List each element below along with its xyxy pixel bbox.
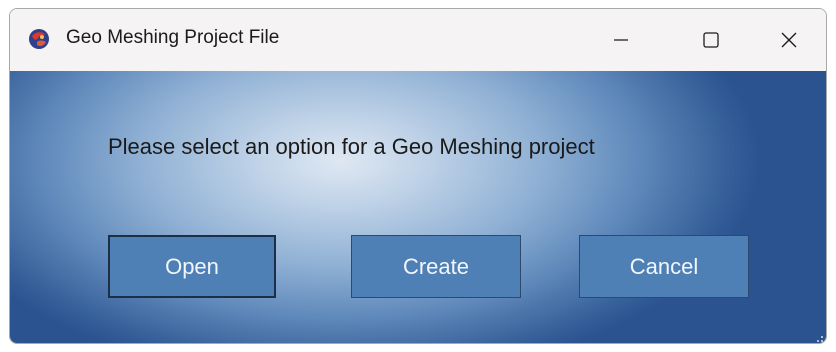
minimize-button[interactable] bbox=[576, 9, 666, 71]
prompt-label: Please select an option for a Geo Meshin… bbox=[108, 134, 595, 159]
minimize-icon bbox=[614, 39, 628, 41]
resize-grip-icon[interactable] bbox=[814, 333, 824, 343]
cancel-button[interactable]: Cancel bbox=[579, 235, 749, 298]
dialog-body: Please select an option for a Geo Meshin… bbox=[10, 71, 826, 343]
maximize-icon bbox=[703, 32, 719, 48]
app-globe-icon bbox=[29, 29, 49, 49]
close-icon bbox=[781, 32, 797, 48]
title-bar[interactable]: Geo Meshing Project File bbox=[10, 9, 826, 71]
create-button[interactable]: Create bbox=[351, 235, 521, 298]
close-button[interactable] bbox=[750, 9, 826, 71]
maximize-button[interactable] bbox=[666, 9, 756, 71]
window-title: Geo Meshing Project File bbox=[66, 27, 280, 48]
dialog-window: Geo Meshing Project File Please select a… bbox=[9, 8, 827, 344]
open-button[interactable]: Open bbox=[108, 235, 276, 298]
